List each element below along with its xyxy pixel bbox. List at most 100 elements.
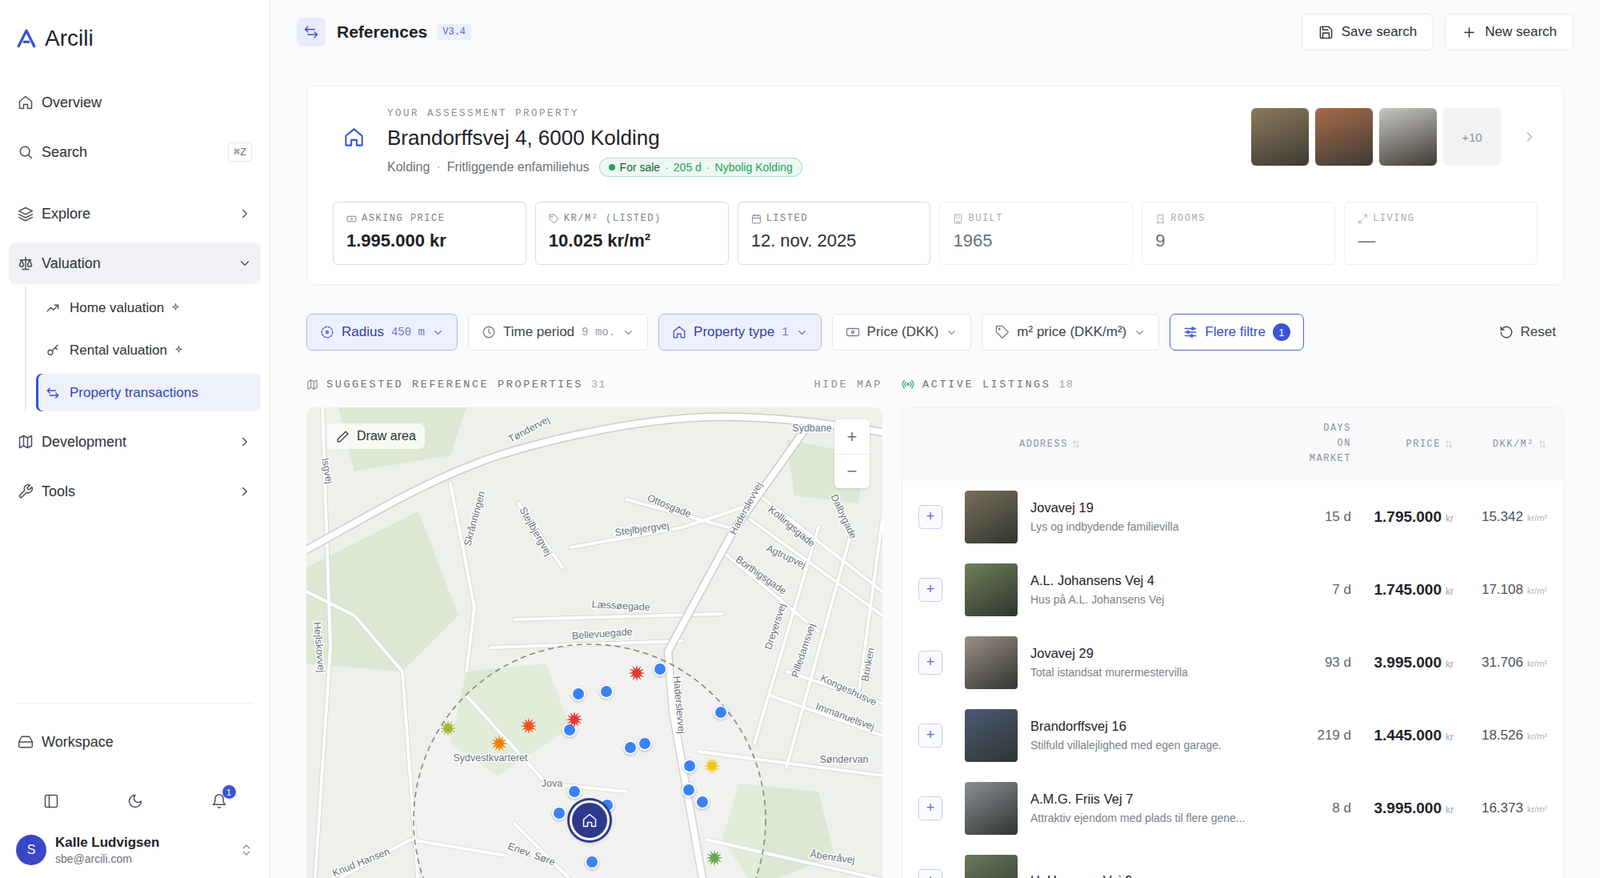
- stat-box: KR/M² (LISTED) 10.025 kr/m²: [535, 201, 729, 265]
- banknote-icon: [845, 324, 860, 340]
- listing-photo: [964, 708, 1018, 762]
- map[interactable]: TøndervejSydbaneIsgvejSkrånningenStejlbj…: [306, 407, 883, 878]
- home-marker[interactable]: [569, 800, 610, 840]
- street-label: Stejlbjergvej: [614, 519, 670, 538]
- street-label: Dalbygade: [828, 492, 860, 540]
- sale-pin[interactable]: [703, 756, 721, 775]
- filter-button[interactable]: Price (DKK): [832, 313, 972, 351]
- add-button[interactable]: +: [918, 868, 943, 878]
- chevron-down-icon: [1133, 326, 1146, 339]
- logo[interactable]: Arcili: [8, 0, 261, 77]
- street-label: Sydbane: [792, 422, 832, 434]
- map-pin[interactable]: [695, 794, 710, 809]
- new-search-button[interactable]: New search: [1444, 13, 1574, 51]
- notifications-button[interactable]: 1: [204, 786, 234, 816]
- property-photo[interactable]: [1251, 108, 1309, 166]
- add-button[interactable]: +: [918, 504, 943, 529]
- photo-strip: +10: [1251, 108, 1538, 166]
- workspace-item[interactable]: Workspace: [8, 720, 261, 763]
- map-icon: [17, 433, 34, 450]
- sale-pin[interactable]: [705, 848, 724, 867]
- street-label: Immanuelsvej: [814, 700, 876, 732]
- filter-button[interactable]: Radius 450 m: [306, 313, 458, 351]
- save-search-button[interactable]: Save search: [1301, 13, 1435, 51]
- column-header[interactable]: PRICE: [1351, 438, 1454, 450]
- sale-pin[interactable]: [628, 664, 646, 682]
- table-row[interactable]: + Jovavej 29 Total istandsat murermester…: [902, 625, 1564, 699]
- add-button[interactable]: +: [918, 577, 943, 602]
- add-button[interactable]: +: [918, 723, 943, 748]
- zoom-in-button[interactable]: +: [834, 419, 870, 454]
- table-row[interactable]: + A.M.G. Friis Vej 7 Attraktiv ejendom m…: [902, 771, 1564, 844]
- map-pin[interactable]: [584, 854, 600, 869]
- sale-pin[interactable]: [565, 710, 584, 728]
- map-pin[interactable]: [623, 740, 638, 755]
- listing-description: Total istandsat murermestervilla: [1030, 665, 1280, 679]
- property-photo[interactable]: [1315, 108, 1373, 166]
- sale-pin[interactable]: [439, 719, 457, 737]
- column-header[interactable]: DKK/M²: [1453, 438, 1548, 450]
- version-badge: V3.4: [436, 24, 472, 40]
- expand-icon: [1357, 213, 1368, 224]
- sale-pin[interactable]: [490, 734, 508, 752]
- filter-button[interactable]: Flere filtre 1: [1169, 313, 1304, 351]
- street-label: Søndervan: [819, 753, 868, 765]
- filter-bar: Radius 450 m Time period 9 mo. Property …: [306, 313, 1564, 351]
- listing-description: Lys og indbydende familievilla: [1030, 520, 1280, 533]
- chevrons-updown-icon: [239, 842, 254, 857]
- zoom-out-button[interactable]: −: [834, 453, 870, 488]
- sidebar-subitem[interactable]: Home valuation: [36, 288, 261, 327]
- property-meta: Kolding · Fritliggende enfamiliehus For …: [387, 157, 803, 177]
- hide-map-button[interactable]: HIDE MAP: [813, 378, 883, 391]
- sidebar-subitem[interactable]: Rental valuation: [36, 331, 261, 369]
- more-photos[interactable]: +10: [1443, 108, 1501, 166]
- filter-button[interactable]: m² price (DKK/m²): [981, 313, 1160, 351]
- street-label: Sydvestkvarteret: [452, 752, 528, 764]
- sidebar-item[interactable]: Valuation: [8, 242, 261, 284]
- column-header: DAYS ON MARKET: [1279, 420, 1352, 468]
- street-label: Kollingsgade: [766, 504, 818, 550]
- sidebar-item[interactable]: Overview: [8, 81, 261, 124]
- map-pin[interactable]: [637, 736, 652, 751]
- listings-section-header: ACTIVE LISTINGS 18: [901, 376, 1564, 392]
- table-row[interactable]: + H. Hansens Vej 9: [902, 844, 1564, 878]
- stat-box: LISTED 12. nov. 2025: [737, 201, 932, 265]
- street-label: Kongeshusve: [818, 672, 879, 708]
- map-pin[interactable]: [571, 686, 586, 701]
- theme-button[interactable]: [120, 786, 150, 816]
- map-pin[interactable]: [552, 805, 567, 820]
- map-pin[interactable]: [652, 661, 668, 676]
- street-label: Jova: [541, 777, 563, 789]
- collapse-button[interactable]: [36, 786, 66, 816]
- add-button[interactable]: +: [918, 796, 943, 820]
- page-title: References: [336, 22, 428, 42]
- column-header[interactable]: ADDRESS: [1019, 438, 1280, 450]
- draw-area-button[interactable]: Draw area: [327, 423, 425, 449]
- map-pin[interactable]: [567, 784, 582, 799]
- reset-button[interactable]: Reset: [1491, 317, 1564, 347]
- user-menu[interactable]: S Kalle Ludvigsen sbe@arcili.com: [8, 828, 261, 865]
- street-label: Skrånningen: [461, 489, 488, 547]
- map-pin[interactable]: [681, 782, 696, 797]
- chevron-down-icon: [622, 326, 635, 339]
- search-icon: [17, 144, 34, 160]
- sidebar-item[interactable]: Search ⌘Z: [8, 131, 261, 173]
- map-pin[interactable]: [713, 704, 728, 720]
- map-pin[interactable]: [599, 684, 614, 699]
- table-row[interactable]: + Jovavej 19 Lys og indbydende familievi…: [902, 480, 1564, 553]
- sale-pin[interactable]: [520, 716, 538, 735]
- property-photo[interactable]: [1379, 108, 1437, 166]
- status-dot: [608, 164, 616, 171]
- shortcut-badge: ⌘Z: [228, 142, 252, 162]
- table-row[interactable]: + A.L. Johansens Vej 4 Hus på A.L. Johan…: [902, 552, 1564, 626]
- add-button[interactable]: +: [918, 650, 943, 675]
- street-label: Åbenråvej: [809, 847, 856, 866]
- map-pin[interactable]: [682, 758, 697, 773]
- filter-button[interactable]: Property type 1: [658, 313, 822, 351]
- sidebar-item[interactable]: Explore: [8, 192, 261, 235]
- sidebar-item[interactable]: Development: [8, 420, 261, 463]
- sidebar-item[interactable]: Tools: [8, 470, 261, 512]
- filter-button[interactable]: Time period 9 mo.: [468, 313, 648, 351]
- sidebar-subitem[interactable]: Property transactions: [36, 373, 261, 412]
- table-row[interactable]: + Brandorffsvej 16 Stilfuld villalejligh…: [902, 698, 1564, 772]
